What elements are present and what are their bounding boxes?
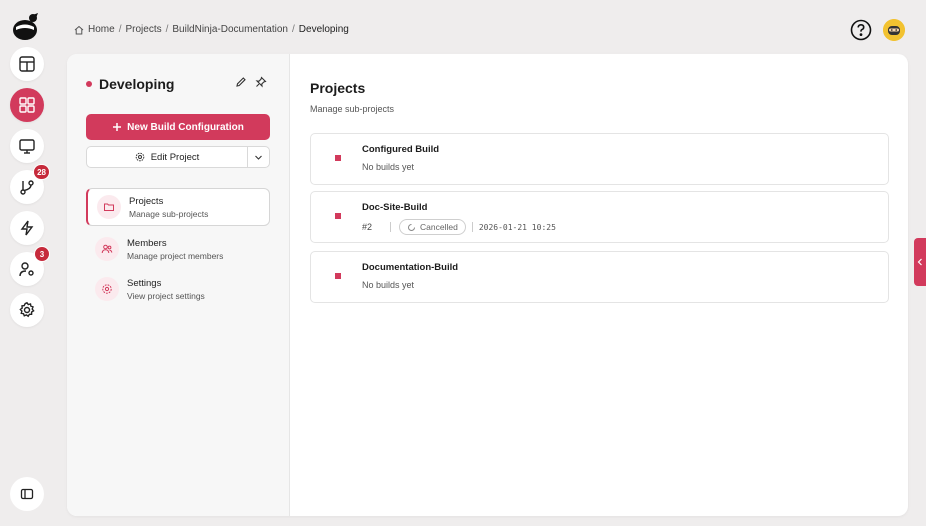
nav-icon-wrap	[95, 237, 119, 261]
git-branch-icon	[20, 180, 34, 195]
project-row-meta: No builds yet	[362, 162, 414, 172]
triggers-button[interactable]	[10, 211, 44, 245]
project-name: Developing	[99, 76, 175, 92]
layout-icon	[19, 56, 35, 72]
projects-button[interactable]	[10, 88, 44, 122]
gear-icon	[135, 152, 145, 162]
project-row-name[interactable]: Documentation-Build	[362, 262, 458, 273]
edit-project-button[interactable]: Edit Project	[87, 147, 248, 167]
sidebar-toggle-icon	[20, 488, 34, 500]
no-builds-text: No builds yet	[362, 280, 415, 290]
build-number[interactable]: #2	[362, 222, 372, 232]
gear-icon	[102, 284, 112, 294]
gear-icon	[19, 301, 35, 318]
meta-divider	[471, 222, 473, 232]
status-badge: Cancelled	[399, 219, 466, 235]
chevron-down-icon	[255, 155, 262, 160]
nav-description: Manage sub-projects	[129, 208, 209, 219]
breadcrumb-separator: /	[118, 24, 122, 35]
left-rail: 28 3	[0, 0, 54, 526]
project-row-doc-site-build[interactable]: Doc-Site-Build #2 Cancelled 2026-01-21 1…	[310, 191, 889, 243]
nav-label: Members	[127, 237, 167, 249]
home-icon[interactable]	[74, 25, 84, 35]
vcs-button[interactable]: 28	[10, 164, 50, 204]
user-avatar[interactable]	[883, 19, 905, 41]
project-status-square	[335, 273, 341, 279]
breadcrumb-parent-project[interactable]: BuildNinja-Documentation	[172, 24, 288, 35]
users-icon	[101, 244, 113, 254]
nav-label: Projects	[129, 195, 164, 207]
nav-icon-wrap	[97, 195, 121, 219]
agents-button[interactable]: 3	[10, 246, 50, 286]
grid-icon	[19, 97, 35, 113]
project-sidebar: Developing New Build Configuration Edit …	[67, 54, 290, 516]
breadcrumb-current: Developing	[298, 24, 349, 35]
new-build-label: New Build Configuration	[127, 121, 244, 133]
ninja-logo-icon[interactable]	[11, 12, 41, 42]
pencil-icon[interactable]	[235, 76, 247, 88]
project-row-meta: #2 Cancelled 2026-01-21 10:25	[362, 219, 556, 235]
plus-icon	[113, 123, 122, 131]
new-build-configuration-button[interactable]: New Build Configuration	[86, 114, 270, 140]
monitor-button[interactable]	[10, 129, 44, 163]
folder-icon	[104, 203, 114, 211]
toggle-sidebar-button[interactable]	[10, 477, 44, 511]
nav-item-projects[interactable]: Projects Manage sub-projects	[86, 188, 270, 226]
nav-item-members[interactable]: Members Manage project members	[86, 230, 270, 268]
breadcrumb-home[interactable]: Home	[88, 24, 115, 35]
project-row-documentation-build[interactable]: Documentation-Build No builds yet	[310, 251, 889, 303]
nav-description: View project settings	[127, 290, 205, 301]
settings-button[interactable]	[10, 293, 44, 327]
edit-project-dropdown[interactable]	[248, 147, 269, 167]
project-status-square	[335, 213, 341, 219]
breadcrumb-separator: /	[292, 24, 295, 35]
breadcrumb-separator: /	[165, 24, 169, 35]
user-settings-icon	[19, 262, 34, 277]
nav-item-settings[interactable]: Settings View project settings	[86, 270, 270, 308]
page-subtitle: Manage sub-projects	[310, 104, 395, 114]
breadcrumb-projects[interactable]: Projects	[125, 24, 161, 35]
project-row-configured-build[interactable]: Configured Build No builds yet	[310, 133, 889, 185]
ninja-avatar-icon	[883, 19, 905, 41]
nav-label: Settings	[127, 277, 162, 289]
content-area: Projects Manage sub-projects Configured …	[291, 54, 908, 516]
status-dot	[86, 81, 92, 87]
status-text: Cancelled	[420, 222, 458, 232]
build-timestamp: 2026-01-21 10:25	[478, 222, 556, 232]
project-status-square	[335, 155, 341, 161]
help-icon[interactable]	[850, 19, 872, 41]
project-title: Developing	[86, 76, 174, 92]
meta-divider	[390, 222, 392, 232]
page-title: Projects	[310, 80, 366, 96]
lightning-icon	[20, 220, 34, 236]
project-row-name[interactable]: Configured Build	[362, 144, 439, 155]
dashboard-button[interactable]	[10, 47, 44, 81]
project-row-name[interactable]: Doc-Site-Build	[362, 202, 427, 213]
right-panel-toggle[interactable]	[914, 238, 926, 286]
nav-icon-wrap	[95, 277, 119, 301]
vcs-count-badge: 28	[33, 164, 50, 180]
cancelled-icon	[408, 223, 416, 231]
agents-count-badge: 3	[34, 246, 50, 262]
chevron-left-icon	[917, 258, 922, 266]
main-card: Developing New Build Configuration Edit …	[67, 54, 908, 516]
project-row-meta: No builds yet	[362, 280, 414, 290]
no-builds-text: No builds yet	[362, 162, 415, 172]
top-bar: Home / Projects / BuildNinja-Documentati…	[54, 0, 926, 54]
nav-description: Manage project members	[127, 250, 224, 261]
monitor-icon	[19, 139, 35, 154]
edit-project-split-button: Edit Project	[86, 146, 270, 168]
edit-project-label: Edit Project	[150, 151, 200, 163]
breadcrumb: Home / Projects / BuildNinja-Documentati…	[74, 24, 349, 35]
pin-icon[interactable]	[255, 76, 267, 88]
